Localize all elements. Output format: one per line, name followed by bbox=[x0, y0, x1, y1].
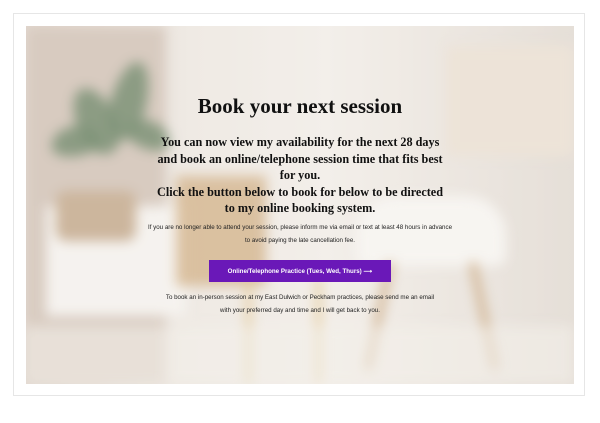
in-person-text-line-1: To book an in-person session at my East … bbox=[165, 294, 435, 301]
booking-content: Book your next session You can now view … bbox=[26, 26, 574, 384]
page-title: Book your next session bbox=[197, 94, 403, 118]
cancellation-note: If you are no longer able to attend your… bbox=[147, 224, 453, 244]
intro-instruction-text: Click the button below to book for below… bbox=[157, 184, 443, 216]
hero-section: Book your next session You can now view … bbox=[26, 26, 574, 384]
online-booking-button[interactable]: Online/Telephone Practice (Tues, Wed, Th… bbox=[209, 260, 391, 282]
intro-availability-text: You can now view my availability for the… bbox=[157, 135, 443, 182]
in-person-text-line-2: with your preferred day and time and I w… bbox=[220, 306, 380, 314]
booking-intro: You can now view my availability for the… bbox=[152, 134, 448, 217]
in-person-booking-note: To book an in-person session at my East … bbox=[154, 292, 446, 317]
